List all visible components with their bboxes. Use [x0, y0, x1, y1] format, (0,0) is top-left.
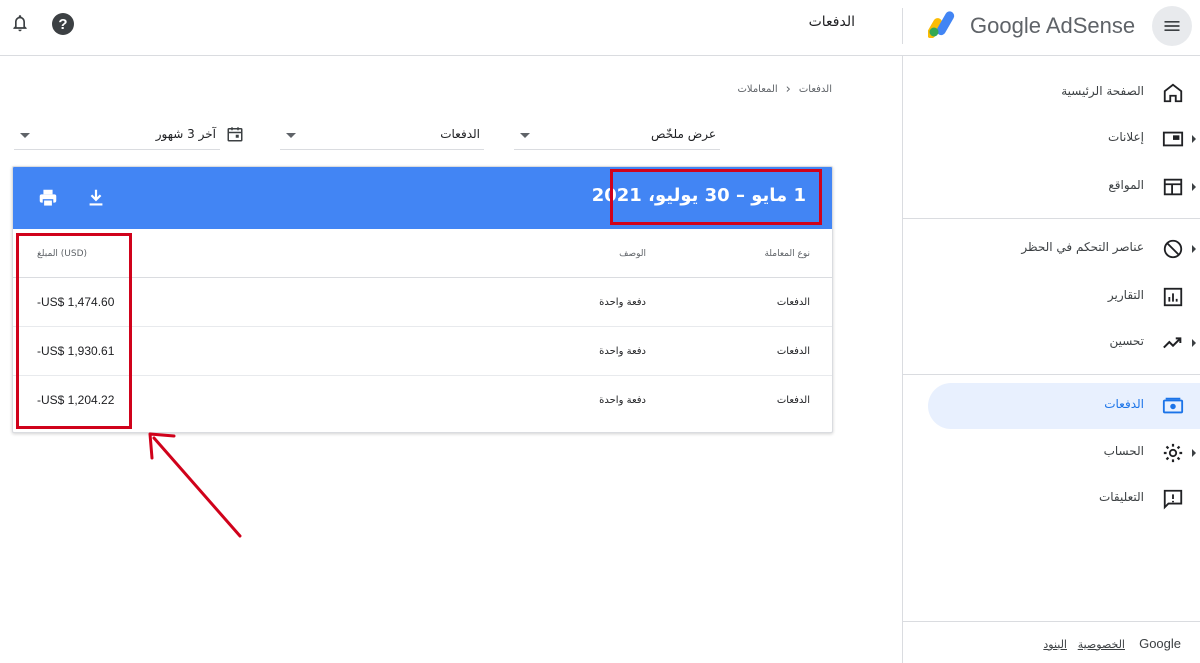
view-select[interactable]: عرض ملخّص: [514, 120, 720, 150]
table-row[interactable]: الدفعات دفعة واحدة -US$ 1,204.22: [13, 376, 832, 425]
sidebar-item-reports[interactable]: التقارير: [928, 274, 1200, 320]
feedback-icon: [1163, 489, 1183, 510]
calendar-icon: [227, 127, 243, 142]
payments-icon: [1162, 397, 1184, 414]
block-icon: [1163, 239, 1183, 259]
sidebar-item-blocking-controls[interactable]: عناصر التحكم في الحظر: [928, 226, 1200, 272]
column-header-type: نوع المعاملة: [764, 249, 810, 259]
privacy-link[interactable]: الخصوصية: [1078, 638, 1125, 651]
breadcrumb-transactions: المعاملات: [737, 84, 778, 95]
terms-link[interactable]: البنود: [1043, 638, 1067, 651]
breadcrumb-payments[interactable]: الدفعات: [799, 84, 832, 95]
row-description: دفعة واحدة: [599, 297, 646, 308]
sidebar-divider: [903, 218, 1200, 219]
period-select-value: آخر 3 شهور: [155, 127, 216, 141]
footer-google-logo: Google: [1139, 636, 1181, 651]
sidebar-item-label: التقارير: [1107, 288, 1144, 302]
trending-icon: [1163, 337, 1182, 349]
breadcrumb: الدفعات ‹ المعاملات: [737, 82, 832, 97]
reports-icon: [1163, 287, 1183, 307]
date-highlight-box: [610, 169, 822, 225]
sidebar-item-home[interactable]: الصفحة الرئيسية: [928, 70, 1200, 116]
ads-icon: [1162, 131, 1184, 147]
sidebar-item-label: الحساب: [1103, 444, 1144, 458]
sidebar-item-label: عناصر التحكم في الحظر: [1021, 240, 1144, 254]
print-icon[interactable]: [37, 187, 59, 209]
table-row[interactable]: الدفعات دفعة واحدة -US$ 1,930.61: [13, 327, 832, 376]
type-select[interactable]: الدفعات: [280, 120, 484, 150]
sidebar-item-optimize[interactable]: تحسين: [928, 320, 1200, 366]
sidebar: الصفحة الرئيسية إعلانات المواقع عناصر ال…: [902, 56, 1200, 663]
table-header: نوع المعاملة الوصف المبلغ (USD): [13, 229, 832, 278]
expand-arrow-icon: [1192, 449, 1196, 457]
view-select-value: عرض ملخّص: [651, 127, 716, 141]
row-type: الدفعات: [776, 346, 810, 357]
sidebar-item-label: المواقع: [1108, 178, 1144, 192]
card-header: 1 مايو – 30 يوليو، 2021: [13, 167, 832, 229]
expand-arrow-icon: [1192, 183, 1196, 191]
sidebar-footer: Google الخصوصية البنود: [903, 621, 1200, 663]
sidebar-item-label: الصفحة الرئيسية: [1061, 84, 1144, 98]
expand-arrow-icon: [1192, 245, 1196, 253]
dropdown-caret-icon: [520, 133, 530, 138]
expand-arrow-icon: [1192, 339, 1196, 347]
row-type: الدفعات: [776, 297, 810, 308]
expand-arrow-icon: [1192, 135, 1196, 143]
menu-button[interactable]: [1152, 6, 1192, 46]
sidebar-item-ads[interactable]: إعلانات: [928, 116, 1200, 162]
sidebar-item-label: إعلانات: [1108, 130, 1144, 144]
annotation-arrow: [148, 432, 242, 538]
transactions-card: 1 مايو – 30 يوليو، 2021 نوع المعاملة الو…: [12, 166, 833, 433]
sidebar-item-feedback[interactable]: التعليقات: [928, 476, 1200, 522]
sidebar-item-label: الدفعات: [1104, 397, 1144, 411]
help-icon[interactable]: ?: [52, 13, 74, 35]
row-description: دفعة واحدة: [599, 346, 646, 357]
topbar-divider: [902, 8, 903, 44]
dropdown-caret-icon: [20, 133, 30, 138]
column-header-description: الوصف: [619, 249, 646, 259]
gear-icon: [1163, 443, 1183, 463]
dropdown-caret-icon: [286, 133, 296, 138]
sidebar-item-account[interactable]: الحساب: [928, 430, 1200, 476]
table-row[interactable]: الدفعات دفعة واحدة -US$ 1,474.60: [13, 278, 832, 327]
chevron-left-icon: ‹: [785, 82, 791, 97]
sidebar-item-label: التعليقات: [1098, 490, 1144, 504]
sites-icon: [1163, 178, 1183, 196]
row-description: دفعة واحدة: [599, 395, 646, 406]
page-title: الدفعات: [808, 14, 855, 30]
brand-name: Google AdSense: [970, 13, 1136, 38]
period-select[interactable]: آخر 3 شهور: [14, 120, 243, 150]
menu-icon: [1164, 21, 1180, 31]
sidebar-item-sites[interactable]: المواقع: [928, 164, 1200, 210]
amount-highlight-box: [16, 233, 132, 429]
adsense-logo[interactable]: [928, 8, 962, 38]
bell-icon[interactable]: [10, 12, 30, 34]
type-select-value: الدفعات: [440, 127, 480, 141]
sidebar-item-label: تحسين: [1109, 334, 1144, 348]
sidebar-item-payments[interactable]: الدفعات: [928, 383, 1200, 429]
top-bar: Google AdSense الدفعات ?: [0, 0, 1200, 56]
download-icon[interactable]: [85, 187, 107, 209]
row-type: الدفعات: [776, 395, 810, 406]
sidebar-divider: [903, 374, 1200, 375]
home-icon: [1163, 83, 1183, 103]
